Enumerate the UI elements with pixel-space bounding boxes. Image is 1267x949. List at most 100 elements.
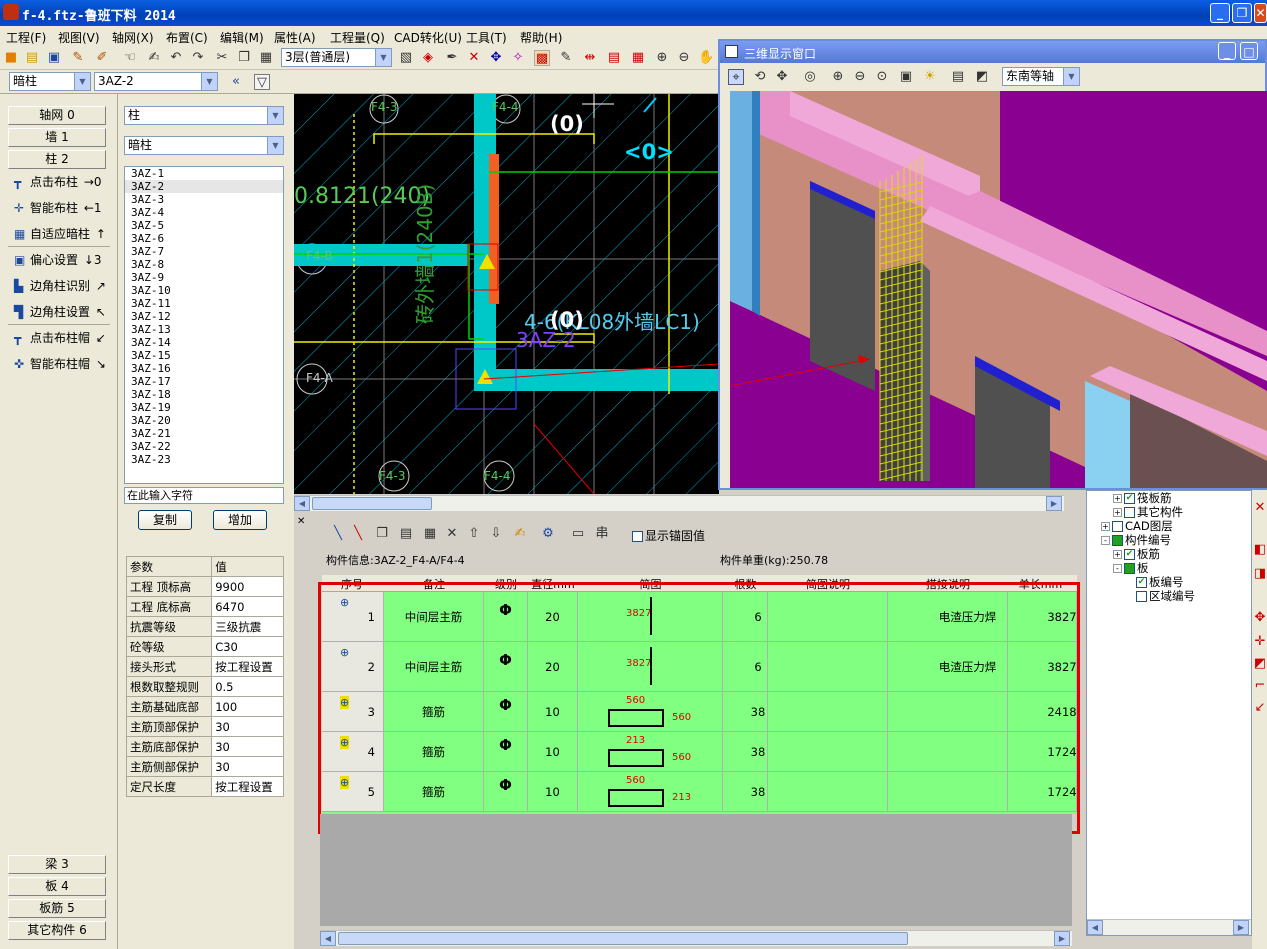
nav-slab-rebar[interactable]: 板筋 5 (8, 899, 106, 918)
list-item[interactable]: 3AZ-6 (125, 232, 283, 245)
pen-icon[interactable]: ✒ (444, 50, 460, 66)
3d-view-window[interactable]: 三维显示窗口 _ □ ⌖ ⟲ ✥ ◎ ⊕ ⊖ ⊙ ▣ ☀ ▤ ◩ 东南等轴 ▼ (718, 39, 1267, 490)
list-item[interactable]: 3AZ-17 (125, 375, 283, 388)
delete-icon[interactable]: ✕ (466, 50, 482, 66)
folder-icon[interactable]: ▭ (570, 526, 586, 542)
list-item[interactable]: 3AZ-20 (125, 414, 283, 427)
menu-view[interactable]: 视图(V) (58, 29, 100, 46)
rebar-view-icon[interactable]: ▩ (534, 50, 550, 66)
list-item[interactable]: 3AZ-14 (125, 336, 283, 349)
list-item[interactable]: 3AZ-13 (125, 323, 283, 336)
tree-node[interactable]: + 其它构件 (1091, 505, 1195, 519)
cmd-click-place-column-cap[interactable]: ┳ 点击布柱帽 ↙ (14, 328, 106, 348)
checkbox-icon[interactable]: ✔ (1124, 549, 1135, 560)
paste-icon[interactable]: ▦ (258, 50, 274, 66)
nav-wall[interactable]: 墙 1 (8, 128, 106, 147)
filter-icon[interactable]: ▽ (254, 74, 270, 90)
list-item[interactable]: 3AZ-2 (125, 180, 283, 193)
attribute-icon[interactable]: ▧ (398, 50, 414, 66)
tree-node[interactable]: 区域编号 (1091, 589, 1195, 603)
new-file-icon[interactable]: ■ (3, 50, 19, 66)
nav-column[interactable]: 柱 2 (8, 150, 106, 169)
scroll-right-icon[interactable]: ▶ (1046, 496, 1062, 511)
tree-node[interactable]: + ✔ 板筋 (1091, 547, 1195, 561)
cmd-corner-column-identify[interactable]: ▙ 边角柱识别 ↗ (14, 276, 106, 296)
list-item[interactable]: 3AZ-12 (125, 310, 283, 323)
property-value[interactable]: 6470 (211, 596, 284, 617)
tree-node[interactable]: - 构件编号 (1091, 533, 1195, 547)
nav-other-components[interactable]: 其它构件 6 (8, 921, 106, 940)
line-icon[interactable]: ╲ (330, 526, 346, 542)
scroll-left-icon[interactable]: ◀ (320, 931, 336, 946)
list-item[interactable]: 3AZ-22 (125, 440, 283, 453)
list-item[interactable]: 3AZ-8 (125, 258, 283, 271)
scroll-thumb[interactable] (312, 497, 432, 510)
property-value[interactable]: 30 (211, 756, 284, 777)
copy-row-icon[interactable]: ❐ (374, 526, 390, 542)
cmd-adaptive-hidden-column[interactable]: ▦ 自适应暗柱 ↑ (14, 224, 106, 244)
rotate-icon[interactable]: ⟲ (752, 69, 768, 85)
pencil-icon[interactable]: ✐ (94, 50, 110, 66)
3d-minimize-button[interactable]: _ (1218, 42, 1236, 60)
category-select[interactable]: 柱 ▼ (124, 106, 284, 125)
rebar-horizontal-scrollbar[interactable]: ◀ ▶ (320, 930, 1072, 946)
fit-icon[interactable]: ▣ (898, 69, 914, 85)
brush-icon[interactable]: ✍ (512, 526, 528, 542)
dimension-icon[interactable]: ⇹ (582, 50, 598, 66)
cmd-smart-place-column[interactable]: ✛ 智能布柱 ←1 (14, 198, 102, 218)
copy-button[interactable]: 复制 (138, 510, 192, 530)
menu-quantity[interactable]: 工程量(Q) (330, 29, 385, 46)
show-anchor-checkbox[interactable]: 显示锚固值 (632, 527, 705, 544)
tool-icon[interactable]: ◨ (1252, 566, 1267, 582)
tree-node[interactable]: + ✔ 筏板筋 (1091, 491, 1195, 505)
pan-3d-icon[interactable]: ✥ (774, 69, 790, 85)
tool-icon[interactable]: ⌐ (1252, 678, 1267, 694)
menu-axis[interactable]: 轴网(X) (112, 29, 154, 46)
tree-node[interactable]: ✔ 板编号 (1091, 575, 1195, 589)
property-value[interactable]: C30 (211, 636, 284, 657)
list-item[interactable]: 3AZ-16 (125, 362, 283, 375)
zoom-out-icon[interactable]: ⊖ (676, 50, 692, 66)
insert-row-icon[interactable]: ▦ (422, 526, 438, 542)
open-folder-icon[interactable]: ▤ (24, 50, 40, 66)
move-up-icon[interactable]: ⇧ (466, 526, 482, 542)
expand-icon[interactable]: + (1101, 522, 1110, 531)
restore-button[interactable]: ❐ (1232, 3, 1252, 23)
property-value[interactable]: 按工程设置 (211, 776, 284, 797)
property-value[interactable]: 按工程设置 (211, 656, 284, 677)
table-icon[interactable]: ▤ (606, 50, 622, 66)
checkbox-icon[interactable]: ✔ (1124, 493, 1135, 504)
zoom-out-icon[interactable]: ⊖ (852, 69, 868, 85)
magic-icon[interactable]: ✧ (510, 50, 526, 66)
tag-icon[interactable]: ◈ (420, 50, 436, 66)
3d-scene[interactable] (730, 91, 1267, 488)
save-icon[interactable]: ▣ (46, 50, 62, 66)
zoom-window-icon[interactable]: ⊙ (874, 69, 890, 85)
checkbox-icon[interactable] (1112, 521, 1123, 532)
list-item[interactable]: 3AZ-15 (125, 349, 283, 362)
property-value[interactable]: 0.5 (211, 676, 284, 697)
edit-rebar-icon[interactable]: ✎ (558, 50, 574, 66)
3d-maximize-button[interactable]: □ (1240, 42, 1258, 60)
checkbox-icon[interactable]: ✔ (1136, 577, 1147, 588)
orbit-icon[interactable]: ◎ (802, 69, 818, 85)
cad-drawing-canvas[interactable]: F4-3 F4-4 (0) <0> 0.8121(240) 砖外墙1(240B)… (294, 94, 719, 494)
expand-icon[interactable]: + (1113, 508, 1122, 517)
back-icon[interactable]: « (228, 74, 244, 90)
brush-icon[interactable]: ✍ (146, 50, 162, 66)
tool-icon[interactable]: ◩ (1252, 656, 1267, 672)
property-value[interactable]: 9900 (211, 576, 284, 597)
search-input[interactable]: 在此输入字符 (124, 487, 284, 504)
tool-icon[interactable]: ✛ (1252, 634, 1267, 650)
cmd-eccentric-setting[interactable]: ▣ 偏心设置 ↓3 (14, 250, 102, 270)
scroll-right-icon[interactable]: ▶ (1054, 931, 1070, 946)
zoom-in-icon[interactable]: ⊕ (654, 50, 670, 66)
scroll-left-icon[interactable]: ◀ (1087, 920, 1103, 935)
component-type-select[interactable]: 暗柱 ▼ (9, 72, 91, 91)
tree-node[interactable]: -板 (1091, 561, 1195, 575)
paste-row-icon[interactable]: ▤ (398, 526, 414, 542)
expand-icon[interactable]: - (1113, 564, 1122, 573)
list-item[interactable]: 3AZ-11 (125, 297, 283, 310)
view-direction-select[interactable]: 东南等轴 ▼ (1002, 67, 1080, 86)
edit-icon[interactable]: ✎ (70, 50, 86, 66)
